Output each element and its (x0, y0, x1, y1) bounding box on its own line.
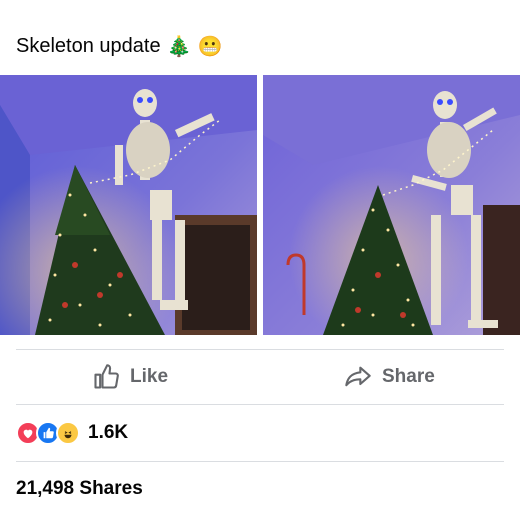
photo-right[interactable] (263, 75, 520, 335)
haha-icon (56, 421, 80, 445)
shares-count[interactable]: 21,498 Shares (16, 478, 143, 500)
reaction-count: 1.6K (88, 422, 129, 443)
like-label: Like (130, 366, 169, 387)
share-arrow-icon (345, 366, 371, 387)
share-label: Share (382, 366, 435, 387)
christmas-tree-emoji: 🎄 (166, 34, 192, 58)
post-card: Skeleton update 🎄 😬 Like Share 1.6K 21,4… (0, 0, 520, 520)
grimacing-face-emoji: 😬 (197, 34, 223, 58)
skeleton-tree-image-1 (0, 75, 257, 335)
divider-bottom (16, 461, 504, 462)
reactions-summary[interactable]: 1.6K (16, 418, 128, 448)
share-button[interactable]: Share (344, 357, 435, 397)
reaction-icons (16, 421, 80, 445)
thumbs-up-icon (94, 364, 119, 389)
like-button[interactable]: Like (92, 357, 168, 397)
skeleton-tree-image-2 (263, 75, 520, 335)
post-caption: Skeleton update (16, 35, 161, 57)
divider-middle (16, 404, 504, 405)
photo-left[interactable] (0, 75, 257, 335)
post-text: Skeleton update 🎄 😬 (16, 32, 222, 60)
divider-top (16, 349, 504, 350)
